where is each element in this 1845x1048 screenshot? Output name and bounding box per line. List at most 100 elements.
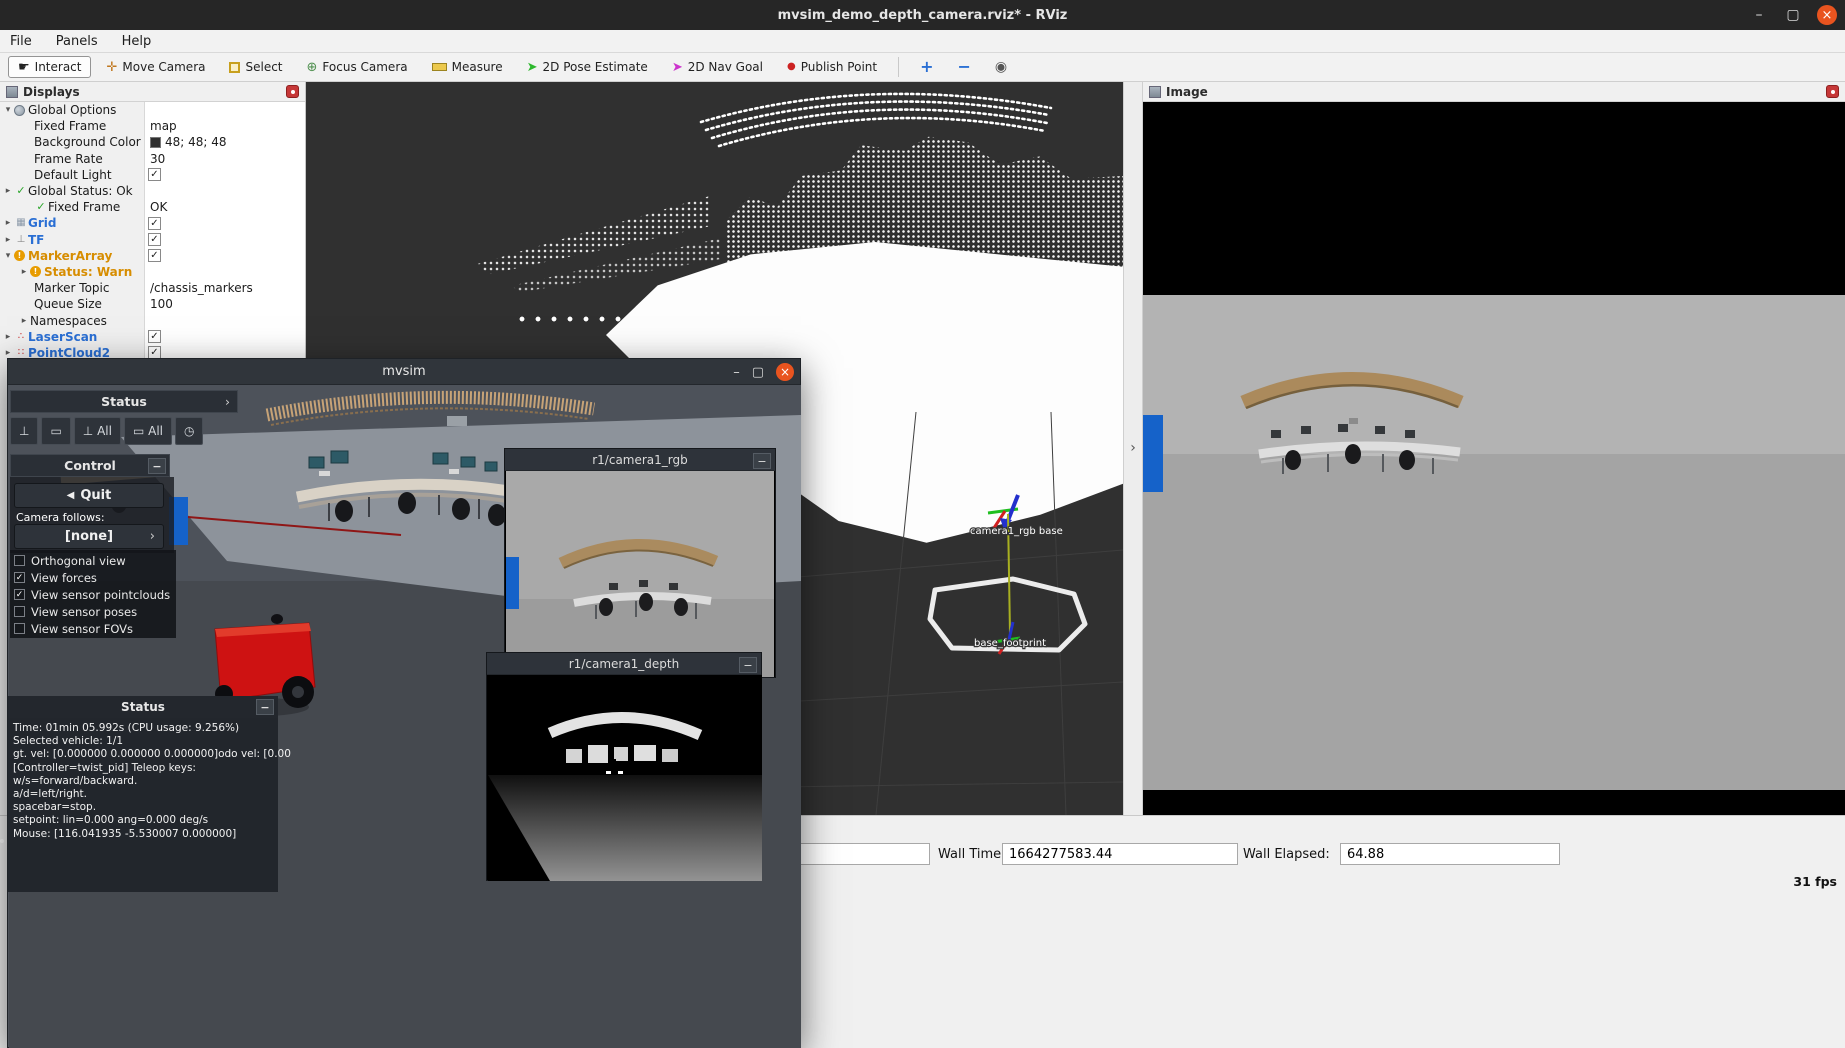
tree-row-queue-size[interactable]: Queue Size 100	[0, 296, 305, 312]
menu-item-file[interactable]: File	[10, 34, 32, 49]
option-view-sensor-fovs[interactable]: View sensor FOVs	[14, 620, 176, 637]
expander-icon[interactable]: ▸	[2, 332, 14, 342]
mvsim-axis-button[interactable]: ⊥	[10, 417, 38, 445]
expander-icon[interactable]: ▸	[2, 348, 14, 358]
minimize-button[interactable]: −	[739, 657, 757, 673]
tree-row-global-status[interactable]: ▸ ✓ Global Status: Ok	[0, 183, 305, 199]
quit-button[interactable]: ◀ Quit	[14, 483, 164, 508]
tree-row-global-options[interactable]: ▾ Global Options	[0, 102, 305, 118]
expander-icon[interactable]: ▸	[2, 186, 14, 196]
remove-tool-button[interactable]: −	[949, 56, 980, 78]
focus-camera-tool[interactable]: ⊕ Focus Camera	[298, 57, 417, 77]
tree-row-grid[interactable]: ▸ ▦ Grid ✓	[0, 215, 305, 231]
checkbox[interactable]: ✓	[148, 217, 161, 230]
add-tool-button[interactable]: +	[911, 56, 942, 78]
tree-value[interactable]: map	[150, 119, 177, 133]
tree-row-namespaces[interactable]: ▸ Namespaces	[0, 312, 305, 328]
mvsim-minimize-button[interactable]: –	[733, 365, 740, 380]
tree-row-tf[interactable]: ▸ ⊥ TF ✓	[0, 232, 305, 248]
camera1-rgb-title-bar[interactable]: r1/camera1_rgb −	[505, 449, 775, 471]
option-view-sensor-pointclouds[interactable]: ✓ View sensor pointclouds	[14, 586, 176, 603]
tree-row-default-light[interactable]: Default Light ✓	[0, 167, 305, 183]
tree-row-marker-topic[interactable]: Marker Topic /chassis_markers	[0, 280, 305, 296]
maximize-button[interactable]: ▢	[1783, 5, 1803, 25]
minimize-button[interactable]: −	[753, 453, 771, 469]
ruler-icon	[432, 63, 447, 71]
displays-panel-close-button[interactable]	[286, 85, 299, 98]
status-line: Mouse: [116.041935 -5.530007 0.000000]	[13, 828, 273, 841]
tree-label: Background Color	[34, 135, 141, 149]
camera1-depth-title: r1/camera1_depth	[569, 657, 679, 671]
collapse-button[interactable]: −	[148, 458, 166, 474]
tree-value[interactable]: 100	[150, 297, 173, 311]
wall-time-field[interactable]	[1002, 843, 1238, 865]
expander-icon[interactable]: ▾	[2, 251, 14, 261]
option-view-forces[interactable]: ✓ View forces	[14, 569, 176, 586]
publish-point-tool[interactable]: ● Publish Point	[778, 57, 886, 77]
nav-goal-tool[interactable]: ➤ 2D Nav Goal	[663, 57, 772, 77]
camera1-depth-title-bar[interactable]: r1/camera1_depth −	[487, 653, 761, 675]
checkbox[interactable]: ✓	[14, 589, 25, 600]
menu-item-panels[interactable]: Panels	[56, 34, 98, 49]
tree-row-fixed-frame[interactable]: Fixed Frame map	[0, 118, 305, 134]
minimize-button[interactable]: −	[256, 699, 274, 715]
select-tool[interactable]: Select	[220, 57, 291, 77]
expander-icon[interactable]: ▸	[2, 235, 14, 245]
close-button[interactable]: ×	[1817, 5, 1837, 25]
checkbox[interactable]	[14, 555, 25, 566]
checkbox[interactable]	[14, 606, 25, 617]
tree-value[interactable]: 48; 48; 48	[150, 135, 227, 149]
tree-label: Marker Topic	[34, 281, 109, 295]
tree-value[interactable]: /chassis_markers	[150, 281, 253, 295]
camera-follows-select[interactable]: [none] ›	[14, 524, 164, 549]
mvsim-view-options: Orthogonal view ✓ View forces ✓ View sen…	[10, 550, 176, 638]
mvsim-status-header[interactable]: Status ›	[10, 390, 238, 413]
mvsim-window-button[interactable]: ▭	[41, 417, 70, 445]
minimize-button[interactable]: –	[1749, 5, 1769, 25]
tree-value[interactable]: 30	[150, 152, 165, 166]
wall-elapsed-field[interactable]	[1340, 843, 1560, 865]
mvsim-control-header[interactable]: Control −	[10, 454, 170, 477]
expander-icon[interactable]: ▸	[18, 316, 30, 326]
image-panel-close-button[interactable]	[1826, 85, 1839, 98]
checkbox[interactable]: ✓	[148, 249, 161, 262]
camera1-rgb-window[interactable]: r1/camera1_rgb −	[504, 448, 776, 678]
tool-label: Move Camera	[122, 60, 205, 74]
panel-splitter[interactable]: ›	[1123, 82, 1143, 815]
expander-icon[interactable]: ▸	[2, 218, 14, 228]
checkbox[interactable]: ✓	[148, 233, 161, 246]
camera1-depth-window[interactable]: r1/camera1_depth −	[486, 652, 762, 881]
interact-tool[interactable]: ☛ Interact	[8, 56, 91, 78]
pose-estimate-tool[interactable]: ➤ 2D Pose Estimate	[518, 57, 657, 77]
chevron-right-icon[interactable]: ›	[1130, 440, 1136, 456]
option-orthogonal-view[interactable]: Orthogonal view	[14, 552, 176, 569]
mvsim-maximize-button[interactable]: ▢	[752, 365, 764, 380]
move-camera-tool[interactable]: ✛ Move Camera	[97, 57, 214, 77]
tree-row-marker-array[interactable]: ▾ ! MarkerArray ✓	[0, 248, 305, 264]
mvsim-clock-button[interactable]: ◷	[175, 417, 203, 445]
option-view-sensor-poses[interactable]: View sensor poses	[14, 603, 176, 620]
mvsim-status-panel-header[interactable]: Status −	[8, 696, 278, 718]
mvsim-window-all-button[interactable]: ▭ All	[124, 417, 172, 445]
checkbox[interactable]: ✓	[148, 330, 161, 343]
mvsim-axis-all-button[interactable]: ⊥ All	[74, 417, 121, 445]
mvsim-status-panel: Status − Time: 01min 05.992s (CPU usage:…	[8, 696, 278, 892]
tree-row-fixed-frame-status[interactable]: ✓ Fixed Frame OK	[0, 199, 305, 215]
checkbox[interactable]: ✓	[14, 572, 25, 583]
tree-row-status-warn[interactable]: ▸ ! Status: Warn	[0, 264, 305, 280]
expander-icon[interactable]: ▸	[18, 267, 30, 277]
checkbox[interactable]: ✓	[148, 168, 161, 181]
menu-item-help[interactable]: Help	[122, 34, 152, 49]
mvsim-close-button[interactable]: ×	[776, 363, 794, 381]
mvsim-window-title: mvsim	[382, 364, 425, 379]
tree-row-laserscan[interactable]: ▸ ∴ LaserScan ✓	[0, 329, 305, 345]
mvsim-title-bar[interactable]: mvsim – ▢ ×	[8, 359, 800, 385]
measure-tool[interactable]: Measure	[423, 57, 512, 77]
image-scene	[1143, 102, 1845, 815]
tree-row-frame-rate[interactable]: Frame Rate 30	[0, 151, 305, 167]
checkbox[interactable]	[14, 623, 25, 634]
tool-properties-button[interactable]: ◉	[986, 57, 1016, 77]
grid-icon: ▦	[14, 217, 28, 229]
tree-row-background-color[interactable]: Background Color 48; 48; 48	[0, 134, 305, 150]
expander-icon[interactable]: ▾	[2, 105, 14, 115]
